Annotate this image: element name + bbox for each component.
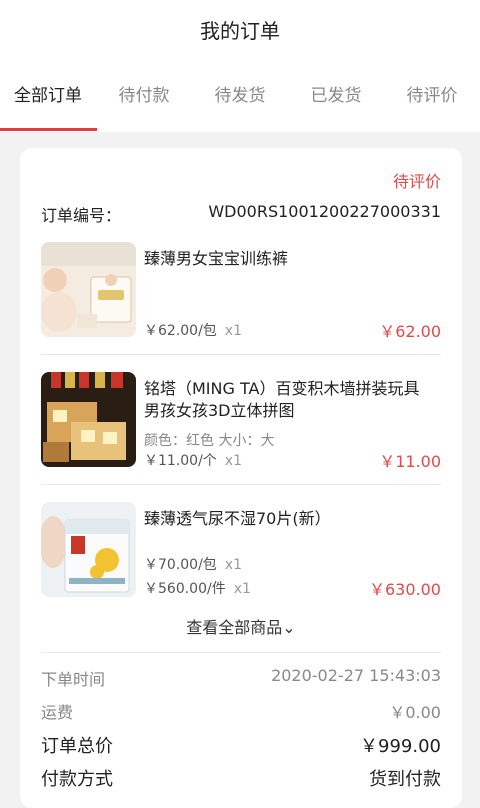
divider — [41, 484, 441, 485]
quantity: x1 — [224, 557, 242, 573]
product-title: 臻薄透气尿不湿70片(新） — [144, 509, 331, 528]
order-time-row: 下单时间 2020-02-27 15:43:03 — [41, 666, 441, 690]
order-time-label: 下单时间 — [41, 670, 106, 689]
active-tab-indicator — [0, 128, 97, 131]
tab-pending-payment[interactable]: 待付款 — [96, 60, 192, 132]
unit-price-line: ￥70.00/包 x1 — [144, 554, 242, 574]
tab-shipped[interactable]: 已发货 — [288, 60, 384, 132]
order-total-label: 订单总价 — [41, 736, 113, 757]
product-title: 臻薄男女宝宝训练裤 — [144, 249, 289, 268]
order-item[interactable]: 臻薄透气尿不湿70片(新） ￥70.00/包 x1 ￥560.00/件 x1 ￥63… — [41, 502, 441, 602]
order-total-value: ￥999.00 — [360, 736, 441, 757]
unit-price-line: ￥62.00/包 x1 — [144, 320, 242, 340]
tab-pending-review[interactable]: 待评价 — [384, 60, 480, 132]
view-all-products-button[interactable]: 查看全部商品⌄ — [20, 614, 462, 638]
payment-method-value: 货到付款 — [369, 769, 441, 790]
item-total-price: ￥11.00 — [379, 452, 441, 471]
order-card[interactable]: 待评价 订单编号： WD00RS1001200227000331 臻薄男女宝宝训… — [20, 148, 462, 808]
shipping-value: ￥0.00 — [389, 703, 441, 722]
divider — [41, 354, 441, 355]
product-image-diapers — [41, 502, 136, 597]
payment-method-row: 付款方式 货到付款 — [41, 765, 441, 790]
payment-method-label: 付款方式 — [41, 769, 113, 790]
order-status: 待评价 — [392, 172, 441, 191]
order-tabs: 全部订单 待付款 待发货 已发货 待评价 — [0, 60, 480, 132]
tab-all-orders[interactable]: 全部订单 — [0, 60, 96, 132]
page-title: 我的订单 — [200, 19, 280, 43]
quantity: x1 — [224, 323, 242, 339]
unit-price-line: ￥560.00/件 x1 — [144, 578, 251, 598]
order-number: WD00RS1001200227000331 — [208, 202, 441, 221]
order-item[interactable]: 臻薄男女宝宝训练裤 ￥62.00/包 x1 ￥62.00 — [41, 242, 441, 342]
unit-price: ￥70.00/包 — [144, 557, 217, 573]
item-total-price: ￥630.00 — [369, 580, 441, 599]
order-item[interactable]: 铭塔（MING TA）百变积木墙拼装玩具 男孩女孩3D立体拼图 颜色：红色 大小… — [41, 372, 441, 472]
order-number-label: 订单编号： — [41, 206, 122, 225]
unit-price: ￥560.00/件 — [144, 581, 226, 597]
unit-price: ￥62.00/包 — [144, 323, 217, 339]
product-image-training-pants — [41, 242, 136, 337]
product-title: 铭塔（MING TA）百变积木墙拼装玩具 男孩女孩3D立体拼图 — [144, 379, 420, 420]
product-spec: 颜色：红色 大小：大 — [144, 433, 275, 449]
unit-price: ￥11.00/个 — [144, 453, 217, 469]
quantity: x1 — [224, 453, 242, 469]
shipping-row: 运费 ￥0.00 — [41, 699, 441, 723]
shipping-label: 运费 — [41, 703, 74, 722]
quantity: x1 — [233, 581, 251, 597]
tab-pending-shipment[interactable]: 待发货 — [192, 60, 288, 132]
order-time-value: 2020-02-27 15:43:03 — [271, 666, 441, 685]
item-total-price: ￥62.00 — [379, 322, 441, 341]
divider — [41, 652, 441, 653]
product-image-block-wall — [41, 372, 136, 467]
unit-price-line: ￥11.00/个 x1 — [144, 450, 242, 470]
page-header: 我的订单 — [0, 0, 480, 60]
order-total-row: 订单总价 ￥999.00 — [41, 732, 441, 757]
